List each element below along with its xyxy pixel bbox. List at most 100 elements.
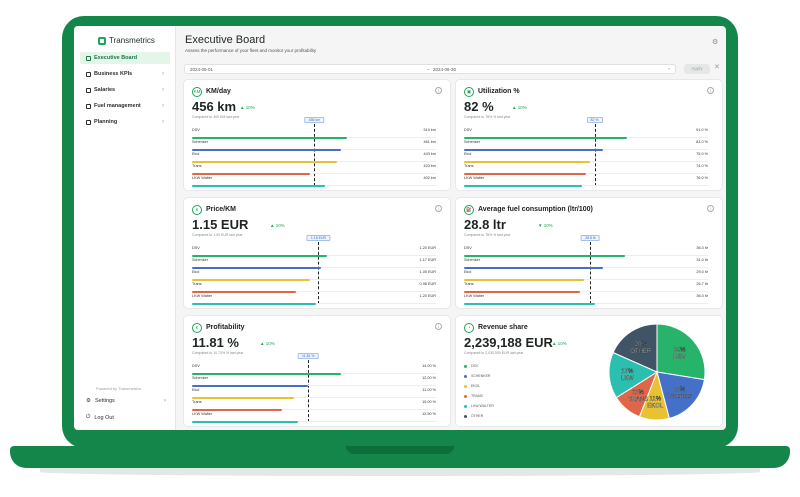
sidebar-item-business-kpis[interactable]: Business KPIs › bbox=[80, 68, 170, 80]
row-bar bbox=[464, 302, 595, 305]
legend-label: EKOL bbox=[471, 384, 481, 388]
row-value: 10.00 % bbox=[422, 400, 436, 404]
card-title: Revenue share bbox=[478, 324, 528, 331]
row-label: Schenker bbox=[192, 140, 209, 144]
row-label: Trans bbox=[464, 164, 474, 168]
page-title: Executive Board bbox=[185, 34, 266, 46]
pie-slice-label: 30% DSV bbox=[673, 348, 686, 361]
info-icon[interactable]: i bbox=[707, 87, 714, 94]
info-icon[interactable]: i bbox=[435, 323, 442, 330]
row-value: 91.0 % bbox=[696, 128, 708, 132]
calendar-icon: ▫ bbox=[668, 66, 670, 71]
legend-dot bbox=[464, 394, 467, 398]
stage: Transmetrics Executive Board Business KP… bbox=[0, 0, 800, 497]
sidebar-item-salaries[interactable]: Salaries › bbox=[80, 84, 170, 96]
row-bar bbox=[464, 184, 583, 187]
date-range-picker[interactable]: 2024-05-01 – 2024-06-30 ▫ bbox=[184, 64, 676, 74]
card-comparison: Compared to 400 KM last year bbox=[192, 115, 240, 119]
wallet-icon bbox=[86, 87, 91, 93]
km-icon: KM bbox=[192, 87, 202, 97]
row-label: LKW Walter bbox=[192, 294, 213, 298]
row-value: 29.0 ltr bbox=[696, 270, 708, 274]
dashboard-icon bbox=[86, 55, 91, 61]
chevron-right-icon: › bbox=[162, 87, 164, 93]
date-separator: – bbox=[427, 67, 430, 72]
row-label: DSV bbox=[192, 364, 200, 368]
legend-label: SCHENKER bbox=[471, 374, 491, 378]
row-value: 443 km bbox=[423, 152, 436, 156]
card-value: 82 % bbox=[464, 99, 494, 114]
target-line bbox=[318, 242, 320, 304]
card-profitability: € Profitability i 11.81 % ▲ 10% Compared to 1… bbox=[184, 316, 450, 426]
card-comparison: Compared to 78% % last year bbox=[464, 233, 511, 237]
apply-button[interactable]: Apply bbox=[684, 64, 710, 74]
row-label: DSV bbox=[464, 128, 472, 132]
row-value: 36.0 ltr bbox=[696, 294, 708, 298]
legend-item: OTHER bbox=[464, 414, 483, 418]
legend-dot bbox=[464, 364, 467, 368]
revenue-pie-chart: 30% DSV20% Schenker11% EKOL11% TRANS17% LKW20… bbox=[608, 323, 706, 421]
card-value: 11.81 % bbox=[192, 335, 239, 350]
row-bar bbox=[192, 160, 337, 163]
sidebar-item-fuel-management[interactable]: Fuel management › bbox=[80, 100, 170, 112]
row-bar bbox=[192, 420, 299, 423]
app-screen: Transmetrics Executive Board Business KP… bbox=[74, 26, 726, 430]
price-icon: € bbox=[192, 205, 202, 215]
calendar-icon bbox=[86, 119, 91, 125]
row-label: Ekol bbox=[192, 388, 200, 392]
card-value: 2,239,188 EUR bbox=[464, 335, 553, 350]
info-icon[interactable]: i bbox=[435, 205, 442, 212]
card-delta: ▲ 10% bbox=[260, 341, 275, 346]
row-value: 0.98 EUR bbox=[419, 282, 436, 286]
row-value: 74.0 % bbox=[696, 164, 708, 168]
row-bar bbox=[192, 302, 317, 305]
info-icon[interactable]: i bbox=[435, 87, 442, 94]
close-icon[interactable]: ✕ bbox=[714, 63, 720, 71]
date-from: 2024-05-01 bbox=[190, 67, 214, 72]
settings-button[interactable]: ⚙ Settings › bbox=[86, 398, 166, 404]
logout-button[interactable]: ⏻ Log Out bbox=[86, 414, 166, 421]
row-value: 36.0 ltr bbox=[696, 246, 708, 250]
row-label: LKW Walter bbox=[464, 176, 485, 180]
row-value: 76.0 % bbox=[696, 176, 708, 180]
target-line bbox=[594, 124, 596, 186]
row-value: 402 km bbox=[423, 176, 436, 180]
card-title: Price/KM bbox=[206, 206, 236, 213]
chevron-right-icon: › bbox=[164, 398, 166, 404]
sidebar-item-label: Fuel management bbox=[94, 103, 141, 109]
row-value: 12.50 % bbox=[422, 412, 436, 416]
row-bar bbox=[192, 290, 297, 293]
row-value: 31.0 ltr bbox=[696, 258, 708, 262]
row-label: Schenker bbox=[192, 376, 209, 380]
card-delta: ▲ 10% bbox=[270, 223, 285, 228]
sidebar-item-planning[interactable]: Planning › bbox=[80, 116, 170, 128]
row-value: 26.7 ltr bbox=[696, 282, 708, 286]
logo: Transmetrics bbox=[98, 36, 155, 45]
row-value: 1.20 EUR bbox=[419, 294, 436, 298]
logo-text: Transmetrics bbox=[109, 36, 155, 45]
row-bar bbox=[192, 148, 341, 151]
card-delta: ▼ 10% bbox=[538, 223, 553, 228]
util-icon: ▣ bbox=[464, 87, 474, 97]
legend-item: LKW WALTER bbox=[464, 404, 494, 408]
sidebar-item-executive-board[interactable]: Executive Board bbox=[80, 52, 170, 64]
row-bar bbox=[192, 136, 348, 139]
settings-gear-icon[interactable]: ⚙ bbox=[712, 38, 718, 46]
legend-label: OTHER bbox=[471, 414, 484, 418]
chart-icon bbox=[86, 71, 91, 77]
row-value: 11.00 % bbox=[422, 388, 436, 392]
gear-icon: ⚙ bbox=[86, 398, 91, 404]
row-label: Schenker bbox=[464, 140, 481, 144]
legend-label: LKW WALTER bbox=[471, 404, 494, 408]
row-label: Trans bbox=[192, 282, 202, 286]
laptop-shadow bbox=[40, 468, 760, 476]
card-delta: ▲ 10% bbox=[552, 341, 567, 346]
row-value: 461 km bbox=[423, 140, 436, 144]
row-value: 1.20 EUR bbox=[419, 246, 436, 250]
legend-label: DSV bbox=[471, 364, 479, 368]
settings-label: Settings bbox=[94, 398, 115, 404]
sidebar-item-label: Business KPIs bbox=[94, 71, 133, 77]
info-icon[interactable]: i bbox=[707, 205, 714, 212]
logout-icon: ⏻ bbox=[86, 414, 91, 420]
card-km-day: KM KM/day i 456 km ▲ 10% Compared to 400 KM l… bbox=[184, 80, 450, 190]
